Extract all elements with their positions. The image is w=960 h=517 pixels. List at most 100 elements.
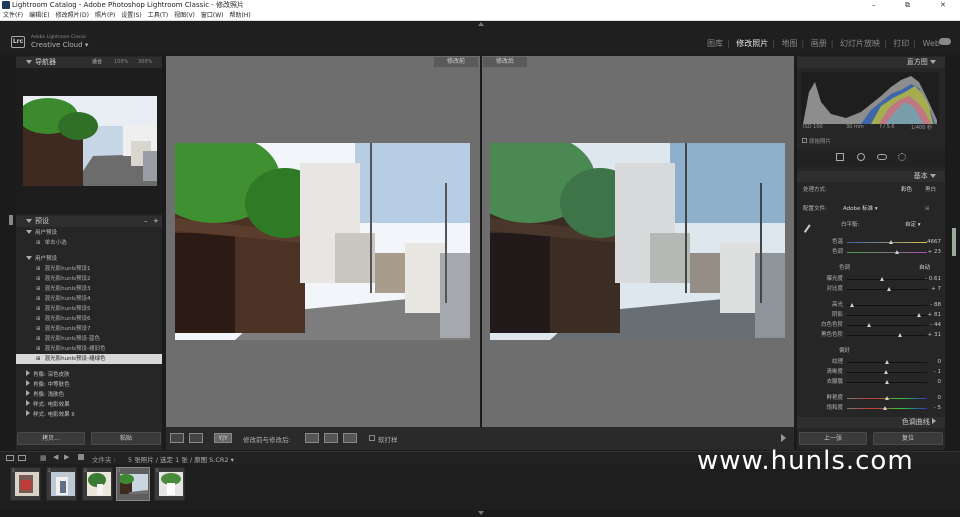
treatment-bw[interactable]: 黑白 <box>925 186 936 195</box>
menu-photo[interactable]: 照片(P) <box>95 12 115 19</box>
preset-item[interactable]: ⊞ 混光影hunls预设2 <box>16 274 162 284</box>
temp-knob[interactable] <box>889 240 893 244</box>
shadows-knob[interactable] <box>917 313 921 317</box>
slider-dehaze[interactable]: 去朦胧 0 <box>797 378 945 387</box>
temp-track[interactable] <box>847 242 927 243</box>
slider-shadows[interactable]: 阴影 + 81 <box>797 311 945 320</box>
preset-item[interactable]: ⊞ 混光影hunls预设5 <box>16 304 162 314</box>
vibrance-value[interactable]: 0 <box>938 394 942 403</box>
slider-vibrance[interactable]: 鲜艳度 0 <box>797 394 945 403</box>
swap-icon[interactable] <box>343 433 357 443</box>
preset-folder-collapsed[interactable]: 样式: 电影效果 <box>16 400 162 410</box>
zoom-300[interactable]: 300% <box>138 57 152 68</box>
profile-browser-icon[interactable]: ⊞ <box>925 205 930 214</box>
preset-folder-collapsed[interactable]: 样式: 电影效果 II <box>16 410 162 420</box>
left-panel-toggle-icon[interactable] <box>9 215 13 225</box>
tint-value[interactable]: + 23 <box>928 248 941 257</box>
highlights-track[interactable] <box>847 305 927 306</box>
blacks-knob[interactable] <box>897 333 902 337</box>
dehaze-knob[interactable] <box>885 380 889 384</box>
presets-header[interactable]: 预设 – + <box>16 216 162 227</box>
blacks-track[interactable] <box>847 335 927 336</box>
dehaze-value[interactable]: 0 <box>938 378 942 387</box>
contrast-knob[interactable] <box>887 287 892 291</box>
module-slideshow[interactable]: 幻灯片放映 <box>840 39 880 48</box>
contrast-value[interactable]: + 7 <box>931 285 941 294</box>
filmstrip-thumb[interactable]: 3 <box>82 467 113 501</box>
shadows-value[interactable]: + 81 <box>928 311 941 320</box>
preset-item[interactable]: ⊞ 混光影hunls预设4 <box>16 294 162 304</box>
zoom-fit[interactable]: 适合 <box>92 57 102 68</box>
slider-highlights[interactable]: 高光 - 88 <box>797 301 945 310</box>
restore-button[interactable]: ⧉ <box>905 0 910 10</box>
filmstrip-thumb-selected[interactable]: 4 <box>116 467 150 501</box>
filmstrip-thumb[interactable]: 2 <box>46 467 77 501</box>
saturation-value[interactable]: - 5 <box>934 404 941 413</box>
shadows-track[interactable] <box>847 315 927 316</box>
preset-folder[interactable]: 用户预设 <box>16 228 162 238</box>
copy-before-to-after-icon[interactable] <box>305 433 319 443</box>
before-after-lr-icon[interactable] <box>189 433 203 443</box>
tone-curve-header[interactable]: 色调曲线 <box>797 417 945 428</box>
right-panel-toggle-icon[interactable] <box>952 228 956 256</box>
bottom-panel-toggle-icon[interactable] <box>478 511 484 515</box>
navigator-thumbnail[interactable] <box>23 96 157 186</box>
menu-develop[interactable]: 修改照片(D) <box>56 12 89 19</box>
menu-tools[interactable]: 工具(T) <box>148 12 168 19</box>
previous-button[interactable]: 上一张 <box>799 432 867 445</box>
saturation-knob[interactable] <box>882 406 887 410</box>
original-checkbox[interactable] <box>802 138 807 143</box>
after-photo[interactable] <box>490 143 785 340</box>
preset-item[interactable]: ⊞ 混光影hunls预设6 <box>16 314 162 324</box>
preset-folder-collapsed[interactable]: 肖像: 中等肤色 <box>16 380 162 390</box>
softproof-checkbox[interactable] <box>369 435 375 441</box>
close-button[interactable]: ✕ <box>940 0 946 10</box>
profile-select[interactable]: Adobe 标准 ▾ <box>843 205 878 214</box>
menu-settings[interactable]: 设置(S) <box>121 12 142 19</box>
red-eye-icon[interactable] <box>877 154 887 160</box>
loupe-view-icon[interactable] <box>170 433 184 443</box>
module-develop[interactable]: 修改照片 <box>736 39 768 48</box>
folder-path-label[interactable]: 文件夹 : <box>92 454 116 464</box>
preset-item[interactable]: ⊞ 混光影hunls预设-蓝色 <box>16 334 162 344</box>
module-web[interactable]: Web <box>923 39 940 48</box>
highlights-knob[interactable] <box>849 303 854 307</box>
secondary-display-icon[interactable] <box>18 455 26 461</box>
filmstrip-info[interactable]: 5 张照片 / 选定 1 张 / 原图 S.CR2 ▾ <box>128 454 234 464</box>
slider-whites[interactable]: 白色色阶 - 44 <box>797 321 945 330</box>
tint-knob[interactable] <box>894 250 899 254</box>
module-library[interactable]: 图库 <box>707 39 723 48</box>
slider-blacks[interactable]: 黑色色阶 + 31 <box>797 331 945 340</box>
remove-preset-icon[interactable]: – <box>144 216 148 227</box>
minimize-button[interactable]: – <box>872 0 876 10</box>
auto-button[interactable]: 自动 <box>919 264 930 273</box>
grid-icon[interactable]: ▦ <box>40 454 47 462</box>
menu-window[interactable]: 窗口(W) <box>201 12 224 19</box>
preset-folder[interactable]: 用户预设 <box>16 254 162 264</box>
primary-display-icon[interactable] <box>6 455 14 461</box>
blacks-value[interactable]: + 31 <box>928 331 941 340</box>
crop-icon[interactable] <box>836 153 844 161</box>
preset-item[interactable]: ⊞ 混光影hunls预设3 <box>16 284 162 294</box>
menu-help[interactable]: 帮助(H) <box>230 12 251 19</box>
preset-item[interactable]: ⊞ 混光影hunls预设-褪旧色 <box>16 344 162 354</box>
slider-clarity[interactable]: 清晰度 - 1 <box>797 368 945 377</box>
basic-header[interactable]: 基本 <box>797 171 945 182</box>
preset-folder-collapsed[interactable]: 肖像: 深色皮肤 <box>16 370 162 380</box>
preset-item[interactable]: ⊞ 单击小选 <box>16 238 162 248</box>
histogram-header[interactable]: 直方图 <box>797 57 945 68</box>
copy-button[interactable]: 拷贝... <box>17 432 85 445</box>
filmstrip-thumb[interactable]: 1 <box>10 467 41 501</box>
texture-value[interactable]: 0 <box>938 358 942 367</box>
whites-knob[interactable] <box>867 323 872 327</box>
paste-button[interactable]: 粘贴 <box>91 432 161 445</box>
module-print[interactable]: 打印 <box>893 39 909 48</box>
forward-arrow-icon[interactable]: ▶ <box>64 453 69 461</box>
before-photo[interactable] <box>175 143 470 340</box>
cloud-sync-icon[interactable] <box>939 38 951 45</box>
slider-exposure[interactable]: 曝光度 - 0.61 <box>797 275 945 284</box>
texture-knob[interactable] <box>885 360 889 364</box>
clarity-value[interactable]: - 1 <box>934 368 941 377</box>
highlights-value[interactable]: - 88 <box>930 301 941 310</box>
module-book[interactable]: 画册 <box>811 39 827 48</box>
